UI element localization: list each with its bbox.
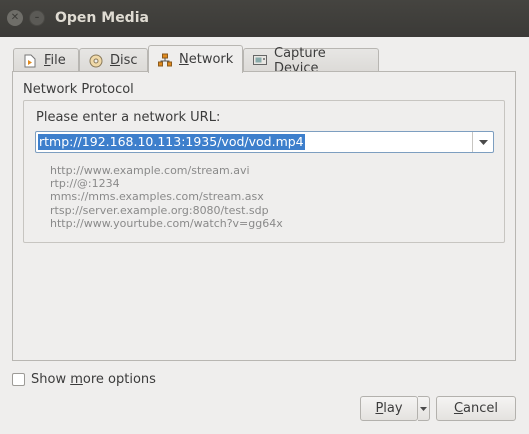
play-button-label: Play <box>375 401 403 416</box>
show-more-options-label: Show more options <box>31 372 156 387</box>
close-icon: ✕ <box>10 12 20 23</box>
tab-file[interactable]: File <box>13 48 79 72</box>
play-button[interactable]: Play <box>360 396 418 421</box>
chevron-down-icon <box>478 139 488 145</box>
disc-icon <box>89 54 103 68</box>
url-example: http://www.yourtube.com/watch?v=gg64x <box>50 216 283 230</box>
network-url-combobox[interactable]: rtmp://192.168.10.113:1935/vod/vod.mp4 <box>35 131 494 153</box>
chevron-down-icon <box>420 406 427 411</box>
cancel-button-label: Cancel <box>453 401 499 416</box>
network-url-input[interactable]: rtmp://192.168.10.113:1935/vod/vod.mp4 <box>38 134 305 150</box>
tab-network[interactable]: Network <box>148 45 243 73</box>
show-more-options-checkbox[interactable] <box>12 373 25 386</box>
network-protocol-title: Network Protocol <box>23 82 134 97</box>
tab-disc-label: Disc <box>110 53 138 68</box>
play-options-dropdown-button[interactable] <box>418 396 430 421</box>
tab-file-label: File <box>44 53 66 68</box>
file-icon <box>23 54 37 68</box>
network-tab-panel: Network Protocol Please enter a network … <box>12 71 516 361</box>
tab-capture-device[interactable]: Capture Device <box>243 46 379 76</box>
title-bar: ✕ – Open Media <box>0 0 529 37</box>
network-icon <box>158 53 172 67</box>
cancel-button[interactable]: Cancel <box>436 396 516 421</box>
tab-disc[interactable]: Disc <box>79 48 148 72</box>
tab-network-label: Network <box>179 52 234 67</box>
window-title: Open Media <box>55 10 149 26</box>
close-window-button[interactable]: ✕ <box>7 10 23 26</box>
url-history-dropdown-button[interactable] <box>472 132 493 152</box>
open-media-dialog: ✕ – Open Media File Disc Network Capture… <box>0 0 529 434</box>
url-example: rtp://@:1234 <box>50 177 120 191</box>
url-example: rtsp://server.example.org:8080/test.sdp <box>50 203 269 217</box>
url-example: http://www.example.com/stream.avi <box>50 164 250 177</box>
network-url-label: Please enter a network URL: <box>36 110 221 125</box>
url-examples: http://www.example.com/stream.avi rtp://… <box>50 164 283 230</box>
url-example: mms://mms.examples.com/stream.asx <box>50 190 264 204</box>
capture-device-icon <box>253 54 267 68</box>
minimize-window-button[interactable]: – <box>29 10 45 26</box>
minimize-icon: – <box>34 12 40 23</box>
network-protocol-group: Please enter a network URL: rtmp://192.1… <box>23 100 505 243</box>
show-more-options-toggle[interactable]: Show more options <box>12 372 156 387</box>
